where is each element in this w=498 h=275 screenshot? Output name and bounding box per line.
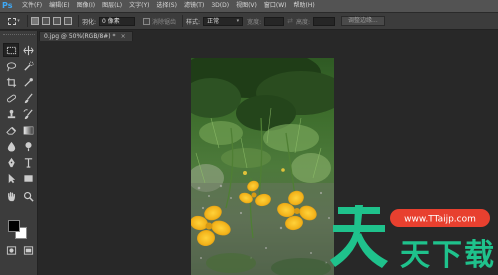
quick-mask-button[interactable] xyxy=(3,243,19,257)
dodge-tool[interactable] xyxy=(20,139,36,153)
height-input[interactable] xyxy=(313,16,336,26)
hand-icon xyxy=(7,191,15,201)
watermark-logo: www.TTaijp.com 天 下 载 xyxy=(330,195,498,275)
rectangle-icon xyxy=(23,174,33,182)
bandage-icon xyxy=(6,94,16,102)
shape-tool[interactable] xyxy=(20,171,36,185)
subtract-selection-button[interactable] xyxy=(53,17,61,25)
photoshop-logo: Ps xyxy=(2,1,13,10)
height-label: 高度: xyxy=(295,18,311,26)
stamp-icon xyxy=(7,109,15,118)
menu-bar: Ps 文件(F) 编辑(E) 图像(I) 图层(L) 文字(Y) 选择(S) 滤… xyxy=(0,0,498,12)
healing-brush-tool[interactable] xyxy=(3,91,19,105)
move-icon xyxy=(22,45,34,55)
marquee-tool[interactable] xyxy=(3,43,19,57)
lasso-tool[interactable] xyxy=(3,59,19,73)
menu-image[interactable]: 图像(I) xyxy=(77,0,95,12)
brush-tool[interactable] xyxy=(20,91,36,105)
swap-icon[interactable]: ⇄ xyxy=(287,17,293,25)
foreground-color-swatch[interactable] xyxy=(8,220,20,232)
gradient-icon xyxy=(23,126,33,134)
type-tool[interactable] xyxy=(20,155,36,169)
close-icon[interactable]: × xyxy=(121,32,126,41)
quick-select-tool[interactable] xyxy=(20,59,36,73)
document-tab[interactable]: 0.jpg @ 50%(RGB/8#) * × xyxy=(39,31,133,41)
watermark-char-4: 载 xyxy=(464,238,494,273)
menu-3d[interactable]: 3D(D) xyxy=(211,0,229,12)
menu-window[interactable]: 窗口(W) xyxy=(264,0,287,12)
drop-icon xyxy=(7,141,15,152)
new-selection-button[interactable] xyxy=(31,17,39,25)
feather-label: 羽化: xyxy=(82,18,97,26)
gradient-tool[interactable] xyxy=(20,123,36,137)
style-label: 样式: xyxy=(186,18,201,26)
divider xyxy=(182,15,184,27)
style-select[interactable]: 正常 ▾ xyxy=(203,16,244,26)
eyedropper-icon xyxy=(23,77,33,87)
divider xyxy=(78,15,79,27)
tools-panel xyxy=(0,31,38,275)
menu-type[interactable]: 文字(Y) xyxy=(129,0,149,12)
quick-select-icon xyxy=(23,60,34,71)
tool-preset-picker[interactable]: ▾ xyxy=(4,14,24,28)
dodge-icon xyxy=(24,141,32,151)
pen-tool[interactable] xyxy=(3,155,19,169)
history-brush-icon xyxy=(22,108,33,119)
add-selection-button[interactable] xyxy=(42,17,50,25)
style-value: 正常 xyxy=(207,17,220,25)
crop-tool[interactable] xyxy=(3,75,19,89)
arrow-cursor-icon xyxy=(8,173,15,183)
panel-grip[interactable] xyxy=(3,34,35,37)
screen-mode-button[interactable] xyxy=(20,243,36,257)
intersect-selection-button[interactable] xyxy=(64,17,72,25)
menu-layer[interactable]: 图层(L) xyxy=(102,0,122,12)
watermark-char-2: 天 xyxy=(400,238,430,273)
menu-view[interactable]: 视图(V) xyxy=(236,0,257,12)
width-input[interactable] xyxy=(264,16,285,26)
clone-stamp-tool[interactable] xyxy=(3,107,19,121)
ttaijp-watermark: www.TTaijp.com 天 下 载 xyxy=(330,205,494,273)
quick-mask-icon xyxy=(6,245,16,255)
watermark-url: www.TTaijp.com xyxy=(404,215,476,225)
eraser-icon xyxy=(5,126,16,135)
divider xyxy=(27,15,28,27)
document-title: 0.jpg @ 50%(RGB/8#) * xyxy=(44,33,116,40)
move-tool[interactable] xyxy=(20,43,36,57)
refine-edge-button[interactable]: 调整边缘... xyxy=(341,16,385,26)
type-icon xyxy=(24,157,32,168)
brush-icon xyxy=(24,93,33,103)
menu-filter[interactable]: 滤镜(T) xyxy=(184,0,204,12)
antialias-label: 消除锯齿 xyxy=(152,18,177,26)
chevron-down-icon: ▾ xyxy=(236,17,240,24)
rectangular-marquee-icon xyxy=(8,17,17,25)
crop-icon xyxy=(6,77,16,87)
menu-help[interactable]: 帮助(H) xyxy=(294,0,315,12)
eyedropper-tool[interactable] xyxy=(20,75,36,89)
menu-file[interactable]: 文件(F) xyxy=(22,0,42,12)
pen-icon xyxy=(7,157,15,167)
path-select-tool[interactable] xyxy=(3,171,19,185)
blur-tool[interactable] xyxy=(3,139,19,153)
eraser-tool[interactable] xyxy=(3,123,19,137)
options-bar: ▾ 羽化: 0 像素 消除锯齿 样式: 正常 ▾ 宽度: ⇄ 高度: 调整边缘.… xyxy=(0,12,498,30)
menu-edit[interactable]: 编辑(E) xyxy=(49,0,69,12)
screen-mode-icon xyxy=(23,245,33,255)
flower-photo xyxy=(191,58,334,275)
feather-input[interactable]: 0 像素 xyxy=(99,16,136,26)
document-image[interactable] xyxy=(191,58,334,275)
width-label: 宽度: xyxy=(247,18,262,26)
lasso-icon xyxy=(6,61,16,71)
photoshop-window: Ps 文件(F) 编辑(E) 图像(I) 图层(L) 文字(Y) 选择(S) 滤… xyxy=(0,0,498,275)
marquee-icon xyxy=(6,46,16,54)
hand-tool[interactable] xyxy=(3,189,19,203)
zoom-tool[interactable] xyxy=(20,189,36,203)
watermark-char-3: 下 xyxy=(432,238,462,273)
history-brush-tool[interactable] xyxy=(20,107,36,121)
menu-select[interactable]: 选择(S) xyxy=(156,0,177,12)
antialias-checkbox[interactable] xyxy=(143,17,151,25)
chevron-down-icon: ▾ xyxy=(17,18,20,24)
magnifier-icon xyxy=(23,191,34,202)
